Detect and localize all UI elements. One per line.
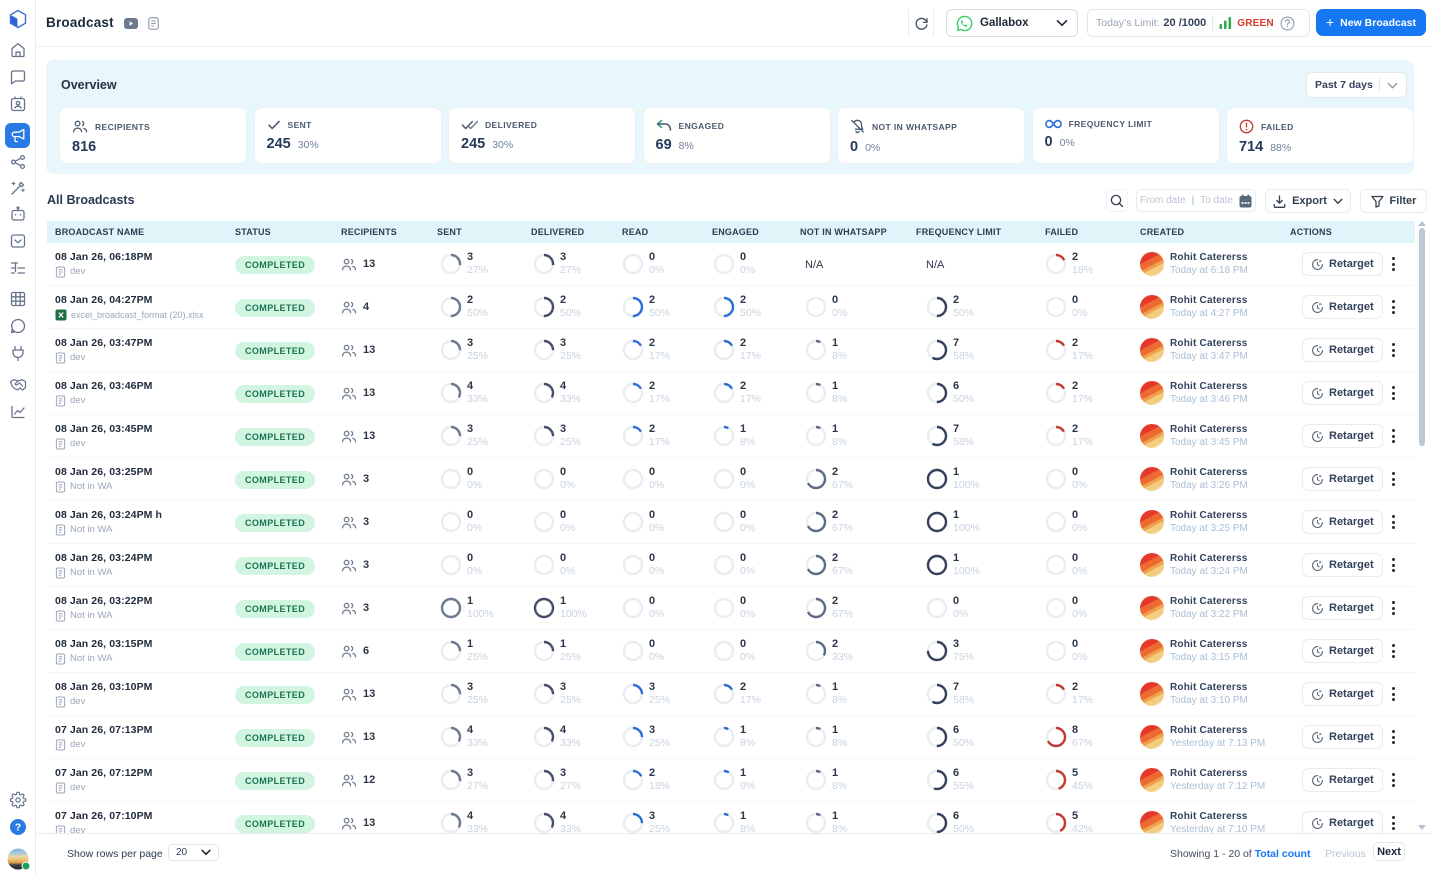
svg-text:?: ?	[14, 822, 20, 834]
